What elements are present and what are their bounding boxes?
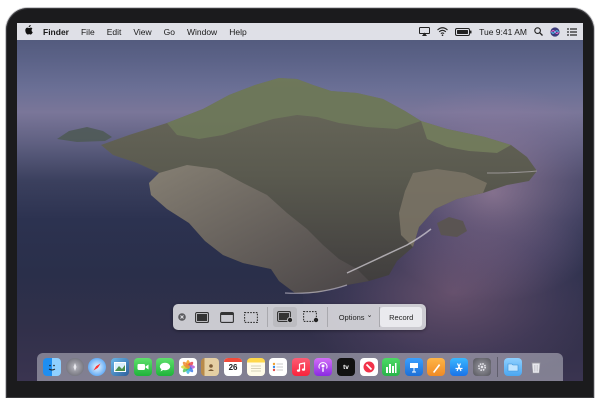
menu-bar: Finder File Edit View Go Window Help Tue… xyxy=(17,23,583,40)
reminders-icon[interactable] xyxy=(269,358,288,376)
options-label: Options xyxy=(338,312,365,322)
contacts-icon[interactable] xyxy=(201,358,220,376)
menu-view[interactable]: View xyxy=(127,27,157,37)
menu-file[interactable]: File xyxy=(75,27,101,37)
options-menu-button[interactable]: Options ⌄ xyxy=(331,304,380,330)
screenshot-toolbar: Options ⌄ Record xyxy=(173,304,426,330)
trash-icon[interactable] xyxy=(527,358,545,376)
chevron-down-icon: ⌄ xyxy=(366,312,373,319)
keynote-icon[interactable] xyxy=(404,358,423,376)
battery-icon[interactable] xyxy=(455,27,472,36)
apple-logo-icon[interactable] xyxy=(17,25,39,38)
capture-selected-portion-button[interactable] xyxy=(239,304,264,330)
menu-go[interactable]: Go xyxy=(158,27,181,37)
finder-icon[interactable] xyxy=(43,358,62,376)
notes-icon[interactable] xyxy=(246,358,265,376)
music-icon[interactable] xyxy=(291,358,310,376)
apple-tv-label: tv xyxy=(343,363,349,371)
airplay-icon[interactable] xyxy=(419,27,431,36)
capture-entire-screen-button[interactable] xyxy=(190,304,215,330)
news-icon[interactable] xyxy=(359,358,378,376)
selection-icon xyxy=(244,311,259,323)
app-store-icon[interactable] xyxy=(449,358,468,376)
messages-icon[interactable] xyxy=(156,358,175,376)
dock-separator xyxy=(496,357,498,377)
pages-icon[interactable] xyxy=(427,358,446,376)
photo-browser-icon[interactable] xyxy=(111,358,130,376)
close-toolbar-button[interactable] xyxy=(173,304,190,330)
capture-selected-window-button[interactable] xyxy=(215,304,240,330)
facetime-icon[interactable] xyxy=(133,358,152,376)
dock: 26 tv xyxy=(37,353,563,381)
calendar-icon[interactable]: 26 xyxy=(224,358,243,376)
record-screen-icon xyxy=(276,311,293,323)
desktop-screen: Finder File Edit View Go Window Help Tue… xyxy=(17,23,583,381)
numbers-icon[interactable] xyxy=(382,358,401,376)
toolbar-separator xyxy=(266,307,268,327)
window-icon xyxy=(219,311,234,323)
podcasts-icon[interactable] xyxy=(314,358,333,376)
record-selection-icon xyxy=(303,311,320,323)
menubar-status-area: Tue 9:41 AM xyxy=(419,23,577,40)
menu-app-name[interactable]: Finder xyxy=(39,27,75,37)
menubar-clock[interactable]: Tue 9:41 AM xyxy=(479,27,527,37)
record-button[interactable]: Record xyxy=(380,307,422,327)
safari-icon[interactable] xyxy=(88,358,107,376)
menu-help[interactable]: Help xyxy=(223,27,252,37)
menu-edit[interactable]: Edit xyxy=(101,27,128,37)
entire-screen-icon xyxy=(195,311,210,323)
toolbar-separator xyxy=(326,307,328,327)
menu-window[interactable]: Window xyxy=(181,27,223,37)
notification-center-icon[interactable] xyxy=(567,27,577,36)
close-icon xyxy=(177,313,186,321)
wifi-icon[interactable] xyxy=(437,27,448,36)
system-preferences-icon[interactable] xyxy=(472,358,491,376)
record-selected-portion-button[interactable] xyxy=(299,304,324,330)
siri-icon[interactable] xyxy=(550,26,560,37)
apple-tv-icon[interactable]: tv xyxy=(337,358,356,376)
photos-icon[interactable] xyxy=(178,358,197,376)
spotlight-search-icon[interactable] xyxy=(534,27,543,36)
record-entire-screen-button[interactable] xyxy=(272,307,298,327)
launchpad-icon[interactable] xyxy=(65,358,84,376)
calendar-day-label: 26 xyxy=(228,363,238,372)
downloads-folder-icon[interactable] xyxy=(504,358,523,376)
